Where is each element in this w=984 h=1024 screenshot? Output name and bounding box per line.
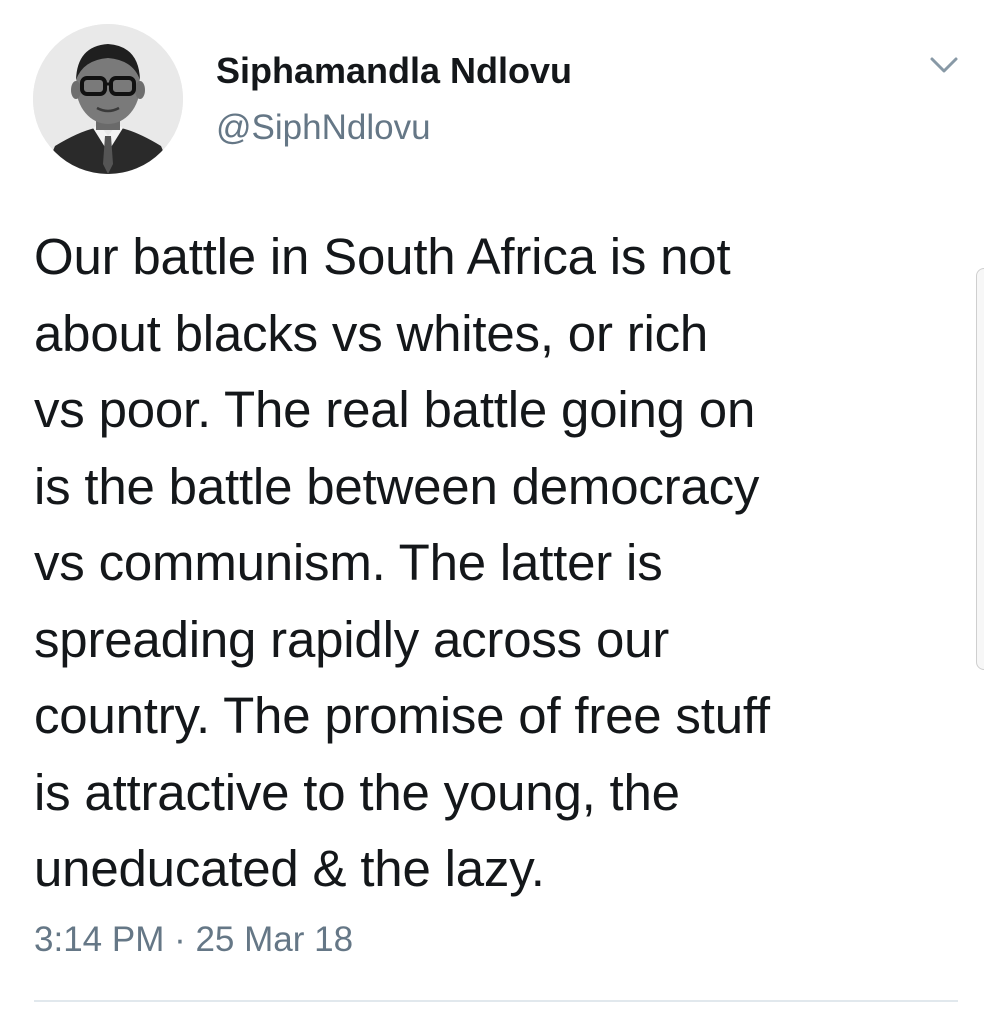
timestamp-separator: · <box>164 920 196 959</box>
tweet-text-line: Our battle in South Africa is not <box>34 228 731 285</box>
author-handle[interactable]: @SiphNdlovu <box>216 108 431 148</box>
chevron-down-icon[interactable] <box>924 50 964 80</box>
avatar[interactable] <box>33 24 183 174</box>
author-display-name[interactable]: Siphamandla Ndlovu <box>216 50 572 92</box>
tweet-text-line: vs poor. The real battle going on <box>34 381 756 438</box>
tweet-text-line: vs communism. The latter is <box>34 534 663 591</box>
tweet-text-line: uneducated & the lazy. <box>34 840 545 897</box>
tweet-text: Our battle in South Africa is not about … <box>34 219 934 908</box>
tweet-date: 25 Mar 18 <box>195 920 354 959</box>
tweet-time: 3:14 PM <box>34 920 165 959</box>
scrollbar-edge[interactable] <box>976 268 984 670</box>
tweet-text-line: is the battle between democracy <box>34 457 760 515</box>
tweet-timestamp[interactable]: 3:14 PM · 25 Mar 18 <box>34 920 353 960</box>
divider <box>34 1000 958 1002</box>
tweet-text-line: country. The promise of free stuff <box>34 687 770 744</box>
tweet-text-line: spreading rapidly across our <box>34 610 670 668</box>
avatar-photo <box>33 24 183 174</box>
tweet-text-line: about blacks vs whites, or rich <box>34 304 709 362</box>
tweet-card: Siphamandla Ndlovu @SiphNdlovu Our battl… <box>0 0 984 1024</box>
tweet-text-line: is attractive to the young, the <box>34 763 680 821</box>
